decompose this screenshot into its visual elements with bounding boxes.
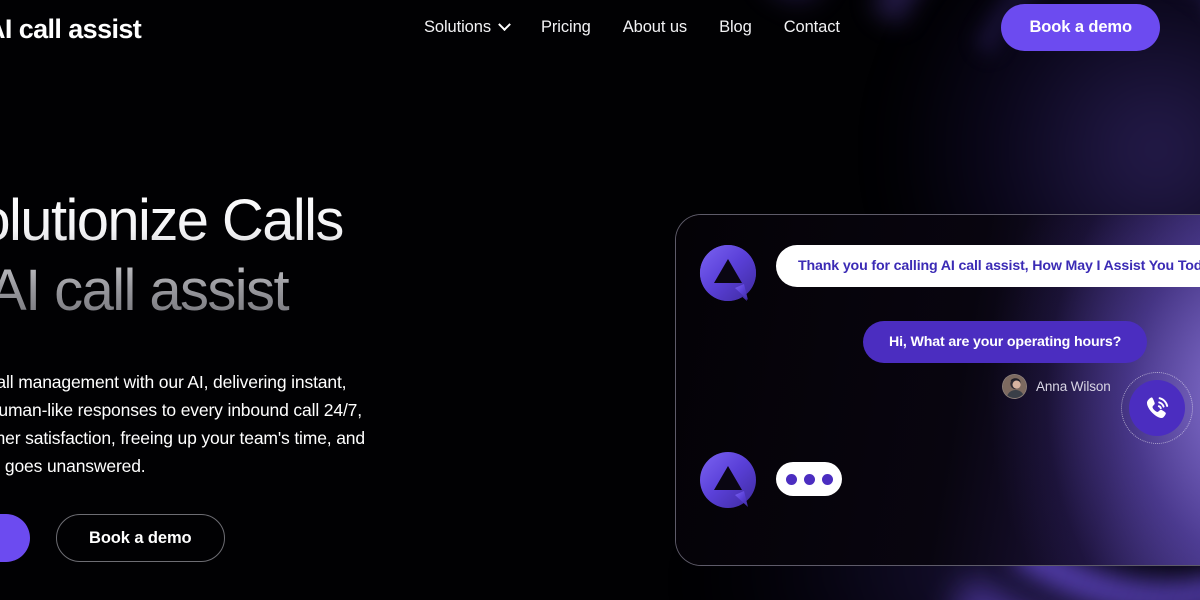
hero-section: Revolutionize Calls with AI call assist … bbox=[0, 186, 560, 562]
user-name-label: Anna Wilson bbox=[1036, 379, 1111, 394]
bot-message-bubble: Thank you for calling AI call assist, Ho… bbox=[776, 245, 1200, 287]
user-identity: Anna Wilson bbox=[1002, 374, 1111, 399]
call-button[interactable] bbox=[1129, 380, 1185, 436]
phone-call-icon bbox=[1146, 397, 1169, 418]
user-message-bubble: Hi, What are your operating hours? bbox=[863, 321, 1148, 363]
header-book-demo-button[interactable]: Book a demo bbox=[1001, 4, 1160, 51]
typing-dot-1 bbox=[785, 473, 797, 485]
nav-label-solutions: Solutions bbox=[424, 18, 491, 36]
hero-title: Revolutionize Calls with AI call assist bbox=[0, 186, 560, 326]
bot-avatar-icon bbox=[699, 244, 757, 302]
bot-avatar-icon-typing bbox=[699, 451, 757, 509]
typing-dot-2 bbox=[803, 473, 815, 485]
nav-item-pricing[interactable]: Pricing bbox=[541, 18, 591, 37]
chat-thread: Thank you for calling AI call assist, Ho… bbox=[676, 215, 1200, 565]
nav-item-about-us[interactable]: About us bbox=[623, 18, 687, 37]
hero-cta-group: Get started Book a demo bbox=[0, 514, 560, 562]
nav-label-blog: Blog bbox=[719, 18, 752, 36]
hero-description: Revolutionize call management with our A… bbox=[0, 372, 365, 476]
typing-indicator bbox=[776, 462, 842, 496]
nav-item-contact[interactable]: Contact bbox=[784, 18, 840, 37]
nav-item-solutions[interactable]: Solutions bbox=[424, 18, 511, 37]
nav-label-pricing: Pricing bbox=[540, 18, 591, 36]
chat-preview-card: Thank you for calling AI call assist, Ho… bbox=[675, 214, 1200, 566]
page-root: AI call assist Solutions Pricing About u… bbox=[0, 0, 1200, 600]
chevron-down-icon bbox=[498, 18, 511, 32]
nav-item-blog[interactable]: Blog bbox=[719, 18, 752, 37]
brand-logo[interactable]: AI call assist bbox=[0, 14, 142, 45]
get-started-button[interactable]: Get started bbox=[0, 514, 31, 562]
main-navigation: Solutions Pricing About us Blog Contact bbox=[424, 18, 840, 37]
nav-label-contact: Contact bbox=[783, 18, 840, 36]
user-avatar-photo bbox=[1002, 374, 1027, 399]
hero-book-demo-button[interactable]: Book a demo bbox=[56, 514, 225, 562]
nav-label-about-us: About us bbox=[622, 18, 688, 36]
typing-dot-3 bbox=[821, 473, 833, 485]
site-header: AI call assist Solutions Pricing About u… bbox=[0, 0, 1200, 58]
